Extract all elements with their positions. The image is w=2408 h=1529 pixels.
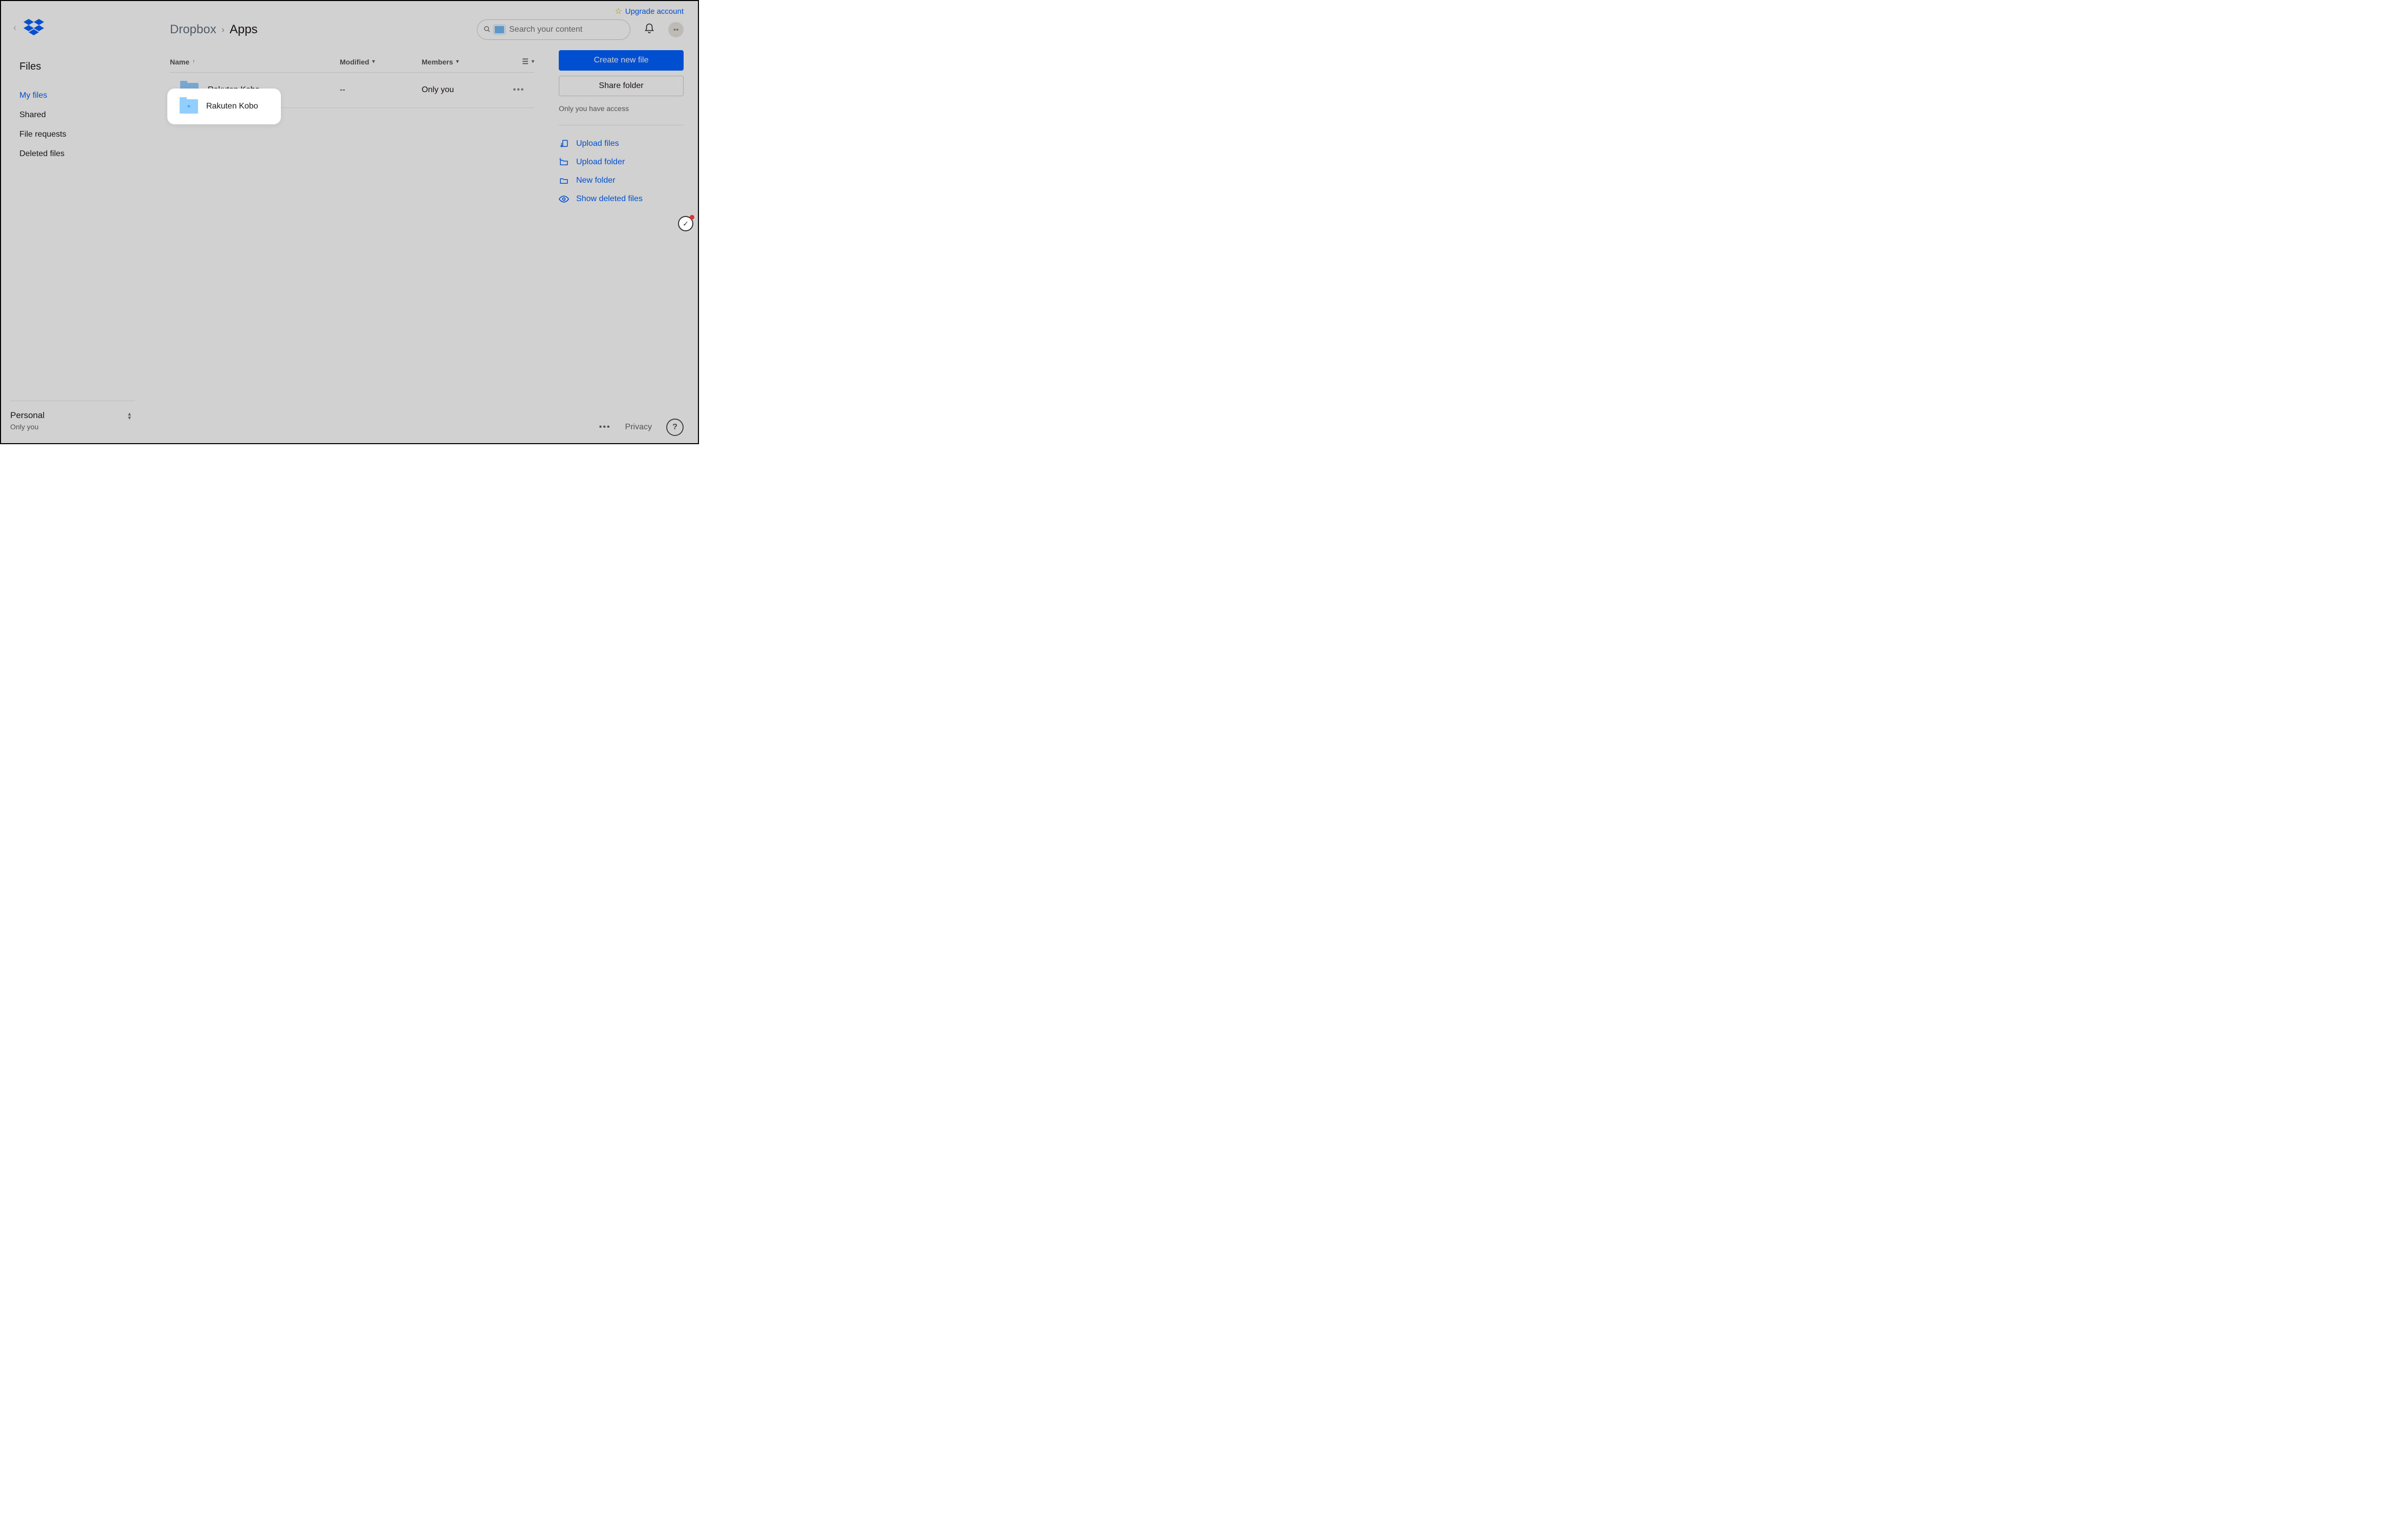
search-input-wrap[interactable]	[477, 19, 630, 40]
search-scope-folder-icon[interactable]	[495, 26, 504, 33]
share-folder-button[interactable]: Share folder	[559, 76, 684, 96]
sidebar-item-deleted-files[interactable]: Deleted files	[1, 144, 144, 164]
new-folder-label: New folder	[576, 176, 615, 185]
list-view-icon: ☰	[522, 57, 529, 66]
column-header-modified-label: Modified	[340, 58, 369, 66]
main: ☆ Upgrade account Dropbox › Apps ••	[144, 1, 698, 443]
file-modified: --	[340, 85, 422, 95]
row-actions-menu-icon[interactable]: •••	[513, 85, 525, 95]
account-switcher[interactable]: Personal Only you ▲▼	[10, 401, 135, 443]
upload-folder-icon	[559, 158, 569, 167]
privacy-link[interactable]: Privacy	[625, 423, 652, 432]
chevron-right-icon: ›	[222, 25, 225, 35]
highlighted-row-name[interactable]: Rakuten Kobo	[167, 89, 281, 124]
star-icon: ☆	[615, 6, 622, 16]
sort-asc-icon: ↑	[192, 59, 195, 64]
updown-chevron-icon: ▲▼	[127, 412, 132, 421]
account-name: Personal	[10, 410, 135, 421]
file-members: Only you	[422, 85, 504, 95]
notifications-bell-icon[interactable]	[644, 23, 655, 37]
sidebar: ‹ Files My files Shared File requests De…	[1, 1, 144, 443]
sidebar-item-file-requests[interactable]: File requests	[1, 125, 144, 144]
search-icon	[484, 26, 491, 34]
column-header-members[interactable]: Members ▾	[422, 58, 504, 66]
new-folder-link[interactable]: New folder	[559, 171, 684, 190]
account-sub: Only you	[10, 423, 135, 431]
column-header-name-label: Name	[170, 58, 189, 66]
help-icon[interactable]: ?	[666, 419, 684, 436]
sidebar-item-shared[interactable]: Shared	[1, 105, 144, 125]
upload-file-icon	[559, 139, 569, 148]
chevron-down-icon: ▾	[532, 59, 534, 64]
breadcrumb-current: Apps	[230, 23, 258, 37]
footer: ••• Privacy ?	[599, 419, 684, 436]
show-deleted-link[interactable]: Show deleted files	[559, 190, 684, 208]
column-header-name[interactable]: Name ↑	[170, 58, 340, 66]
access-text: Only you have access	[559, 104, 684, 113]
column-header-members-label: Members	[422, 58, 453, 66]
chevron-down-icon: ▾	[373, 59, 375, 64]
breadcrumb-root[interactable]: Dropbox	[170, 23, 216, 37]
app-folder-icon	[180, 99, 198, 114]
upload-files-label: Upload files	[576, 139, 619, 148]
view-mode-toggle[interactable]: ☰ ▾	[522, 57, 534, 66]
file-name: Rakuten Kobo	[206, 102, 258, 111]
app-root: ‹ Files My files Shared File requests De…	[0, 0, 699, 444]
search-input[interactable]	[508, 25, 624, 35]
upload-files-link[interactable]: Upload files	[559, 135, 684, 153]
chevron-down-icon: ▾	[456, 59, 458, 64]
dropbox-logo-icon[interactable]	[24, 19, 44, 36]
upgrade-account-link[interactable]: Upgrade account	[625, 7, 684, 16]
show-deleted-label: Show deleted files	[576, 194, 643, 204]
new-folder-icon	[559, 176, 569, 185]
sidebar-item-my-files[interactable]: My files	[1, 86, 144, 105]
eye-icon	[559, 195, 569, 203]
create-new-file-button[interactable]: Create new file	[559, 50, 684, 71]
right-panel: Create new file Share folder Only you ha…	[559, 50, 684, 208]
sync-status-icon[interactable]: ✓	[678, 216, 693, 231]
upload-folder-label: Upload folder	[576, 158, 625, 167]
avatar[interactable]: ••	[668, 22, 684, 37]
upload-folder-link[interactable]: Upload folder	[559, 153, 684, 171]
more-menu-icon[interactable]: •••	[599, 423, 611, 432]
column-header-modified[interactable]: Modified ▾	[340, 58, 422, 66]
breadcrumb: Dropbox › Apps	[170, 23, 464, 37]
sidebar-section-files[interactable]: Files	[1, 52, 144, 82]
back-chevron-icon[interactable]: ‹	[13, 23, 16, 33]
